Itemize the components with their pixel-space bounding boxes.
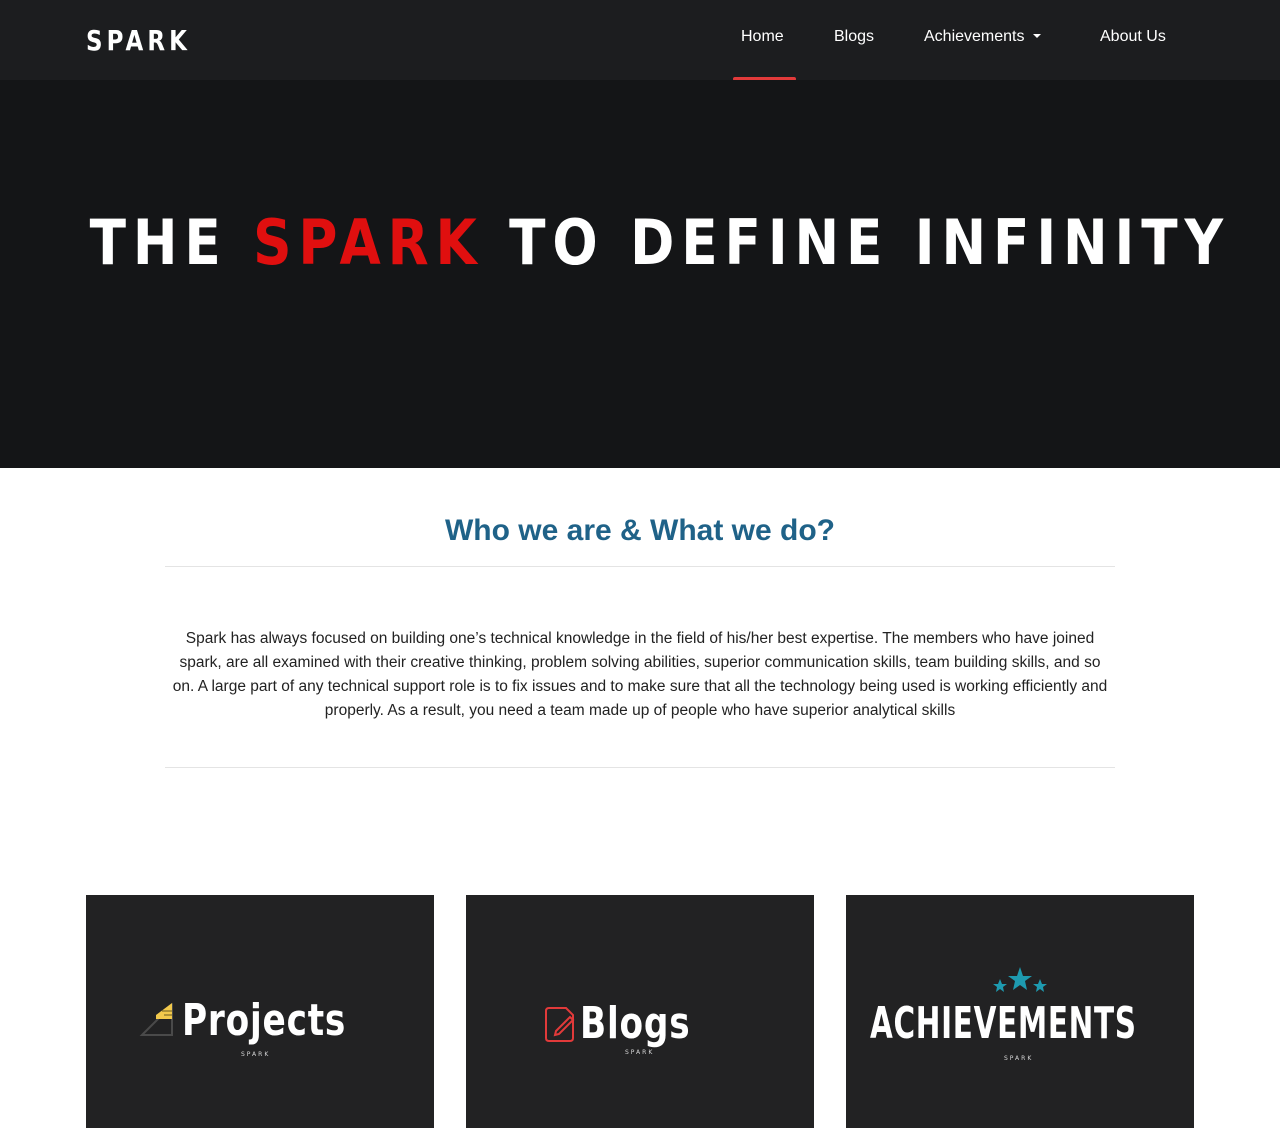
hero-title-accent: SPARK — [253, 206, 484, 279]
blogs-title: Blogs — [580, 998, 691, 1049]
caret-down-icon — [1032, 34, 1041, 38]
achievements-subtitle: SPARK — [1004, 1055, 1034, 1062]
projects-subtitle: SPARK — [241, 1051, 271, 1058]
notebook-pen-icon — [545, 1007, 575, 1042]
nav-dropdown-achievements[interactable]: Achievements — [924, 28, 1041, 46]
hero-title: THE SPARK TO DEFINE INFINITY — [89, 206, 1224, 279]
projects-logo: Projects SPARK — [86, 895, 434, 1128]
achievements-title: ACHIEVEMENTS — [870, 998, 1137, 1049]
blogs-logo: Blogs SPARK — [466, 895, 814, 1128]
nav-link-blogs[interactable]: Blogs — [834, 28, 874, 46]
blogs-card[interactable]: Blogs SPARK — [466, 895, 814, 1128]
nav-link-home[interactable]: Home — [741, 28, 784, 46]
nav-link-about-us[interactable]: About Us — [1100, 28, 1166, 46]
brand-logo[interactable]: SPARK — [86, 24, 191, 57]
hero-banner: THE SPARK TO DEFINE INFINITY — [0, 80, 1280, 468]
hero-title-prefix: THE — [89, 206, 254, 279]
achievements-logo: ACHIEVEMENTS SPARK — [846, 895, 1194, 1128]
three-stars-icon — [993, 967, 1047, 992]
about-description: Spark has always focused on building one… — [172, 630, 1108, 719]
blogs-subtitle: SPARK — [625, 1049, 655, 1056]
top-navbar: SPARK Home Blogs Achievements About Us — [0, 0, 1280, 81]
divider — [165, 767, 1115, 768]
about-heading: Who we are & What we do? — [444, 514, 835, 547]
achievements-card[interactable]: ACHIEVEMENTS SPARK — [846, 895, 1194, 1128]
divider — [165, 566, 1115, 567]
projects-card[interactable]: Projects SPARK — [86, 895, 434, 1128]
hero-title-suffix: TO DEFINE INFINITY — [483, 206, 1231, 279]
ruler-triangle-icon — [139, 1002, 173, 1036]
nav-dropdown-achievements-label: Achievements — [924, 28, 1025, 45]
projects-title: Projects — [182, 995, 347, 1046]
